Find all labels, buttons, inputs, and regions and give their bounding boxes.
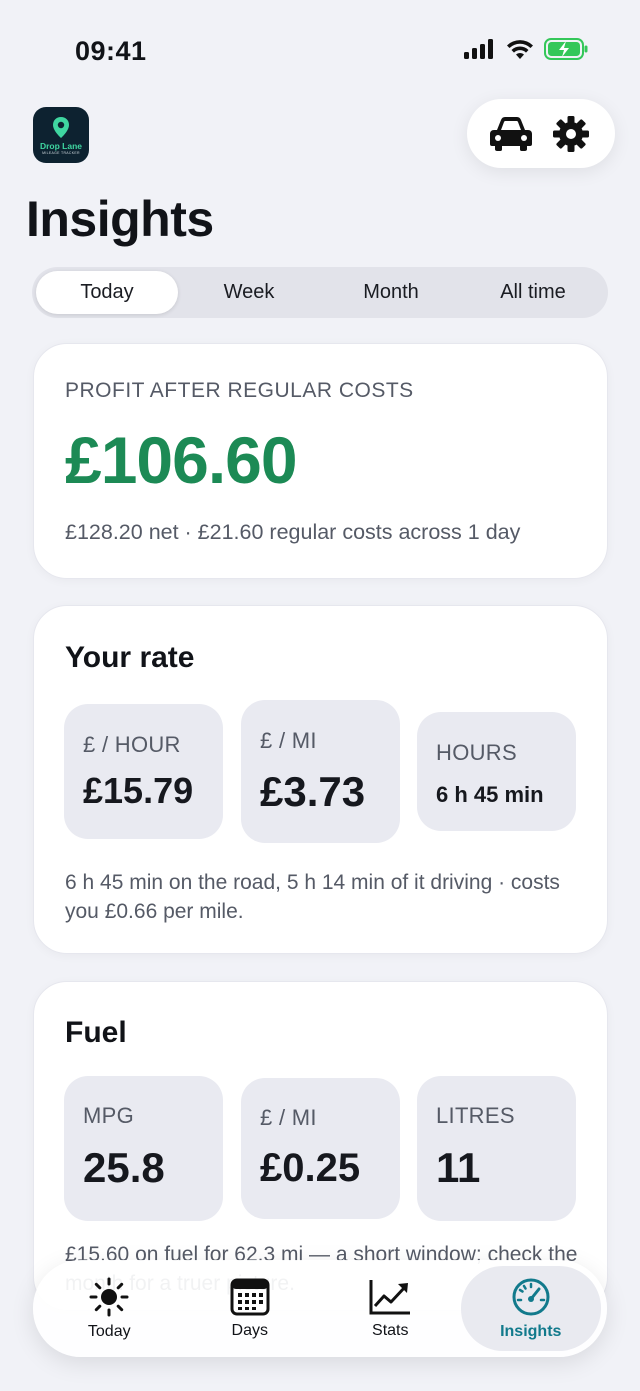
battery-charging-icon [544,38,588,60]
fuel-title: Fuel [65,1016,127,1049]
tile-value: 6 h 45 min [436,782,544,807]
tile-value: £3.73 [260,768,366,815]
tab-week[interactable]: Week [178,271,320,314]
fuel-tile-per-mile: £ / MI £0.25 [241,1078,400,1219]
wifi-icon [507,39,533,59]
gear-icon [553,115,589,152]
profit-subtitle: £128.20 net · £21.60 regular costs acros… [65,520,521,544]
rate-card: Your rate £ / HOUR £15.79 £ / MI £3.73 H… [33,605,608,954]
rate-tile-per-mile: £ / MI £3.73 [241,700,400,843]
cellular-signal-icon [464,39,493,59]
tabbar-item-days[interactable]: Days [180,1266,321,1351]
page-title: Insights [26,191,214,247]
tile-value: £0.25 [260,1146,361,1190]
tabbar-item-stats[interactable]: Stats [320,1266,461,1351]
fuel-tile-litres: LITRES 11 [417,1076,576,1221]
tabbar-item-insights[interactable]: Insights [460,1266,601,1351]
bottom-tab-bar: Today Days Stats Insights [33,1260,607,1357]
sun-icon [89,1277,129,1316]
tab-today[interactable]: Today [36,271,178,314]
map-pin-icon [53,116,69,138]
tile-label: £ / MI [260,728,317,753]
tabbar-item-today[interactable]: Today [39,1266,180,1351]
rate-note: 6 h 45 min on the road, 5 h 14 min of it… [65,871,560,923]
status-time: 09:41 [75,36,147,66]
tile-label: HOURS [436,740,517,765]
profit-label: PROFIT AFTER REGULAR COSTS [65,379,414,402]
rate-tile-hours: HOURS 6 h 45 min [417,712,576,831]
app-logo: Drop Lane MILEAGE TRACKER [33,107,89,163]
logo-name: Drop Lane [39,140,83,151]
tile-label: £ / MI [260,1105,317,1130]
tile-value: £15.79 [83,770,194,811]
status-icons [464,38,588,60]
tabbar-label: Days [231,1321,268,1339]
tab-all-time[interactable]: All time [462,271,604,314]
rate-tile-per-hour: £ / HOUR £15.79 [64,704,223,839]
fuel-tile-mpg: MPG 25.8 [64,1076,223,1221]
settings-button[interactable] [548,111,594,157]
tile-value: 25.8 [83,1144,165,1191]
tabbar-label: Today [87,1322,131,1340]
tile-label: MPG [83,1103,135,1128]
tile-label: LITRES [436,1103,515,1128]
logo-tagline: MILEAGE TRACKER [42,150,80,155]
tabbar-label: Stats [372,1321,409,1339]
status-bar: 09:41 [0,0,640,100]
profit-card: PROFIT AFTER REGULAR COSTS £106.60 £128.… [33,343,608,579]
gauge-icon [512,1278,550,1315]
chart-icon [369,1279,411,1314]
vehicle-button[interactable] [488,111,534,157]
header-actions [467,99,615,168]
range-selector: Today Week Month All time [32,267,608,318]
tabbar-label: Insights [500,1322,562,1340]
profit-value: £106.60 [65,423,298,497]
tile-value: 11 [436,1144,481,1191]
tile-label: £ / HOUR [83,732,181,757]
tab-month[interactable]: Month [320,271,462,314]
rate-title: Your rate [65,641,195,674]
calendar-icon [230,1278,270,1315]
car-icon [490,116,532,151]
